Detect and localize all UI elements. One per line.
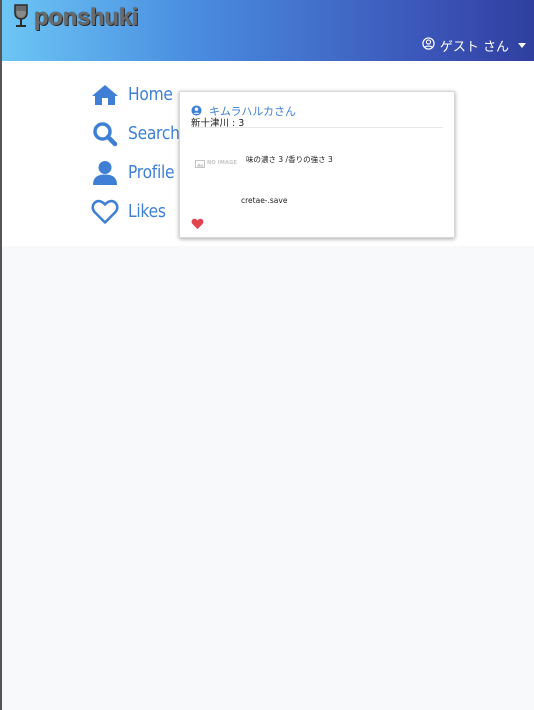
top-navbar: ponshuki ゲスト さん — [2, 0, 534, 61]
nav-item-home[interactable]: Home — [90, 75, 188, 114]
like-heart-icon[interactable] — [191, 215, 204, 234]
image-icon — [195, 153, 205, 172]
brand-logo[interactable]: ponshuki — [12, 3, 139, 33]
nav-item-likes[interactable]: Likes — [90, 192, 188, 231]
nav-item-search[interactable]: Search — [90, 114, 188, 153]
side-navigation: Home Search Profile Likes — [90, 75, 188, 231]
post-card[interactable]: キムラハルカさん 新十津川 : 3 NO IMAGE 味の濃さ 3 /香りの強さ… — [179, 91, 455, 238]
no-image-label: NO IMAGE — [207, 159, 238, 166]
user-menu-dropdown[interactable]: ゲスト さん — [422, 36, 526, 55]
divider — [191, 127, 443, 128]
user-menu-label: ゲスト さん — [439, 40, 509, 55]
chevron-down-icon — [518, 43, 526, 48]
nav-label-home: Home — [128, 84, 173, 105]
nav-label-likes: Likes — [128, 201, 166, 222]
brand-name: ponshuki — [34, 4, 139, 31]
nav-label-search: Search — [128, 123, 180, 144]
home-icon — [90, 83, 120, 107]
heart-outline-icon — [90, 199, 120, 225]
search-icon — [90, 121, 120, 147]
user-icon — [90, 160, 120, 186]
wine-glass-icon — [12, 3, 30, 33]
post-taste-detail: 味の濃さ 3 /香りの強さ 3 — [246, 155, 333, 164]
nav-item-profile[interactable]: Profile — [90, 153, 188, 192]
main-content: Home Search Profile Likes キムラハルカさん 新十津川 … — [2, 61, 534, 246]
user-circle-icon — [422, 37, 435, 54]
post-image-placeholder: NO IMAGE — [195, 153, 237, 172]
nav-label-profile: Profile — [128, 162, 175, 183]
post-filename: cretae-.save — [241, 196, 288, 205]
